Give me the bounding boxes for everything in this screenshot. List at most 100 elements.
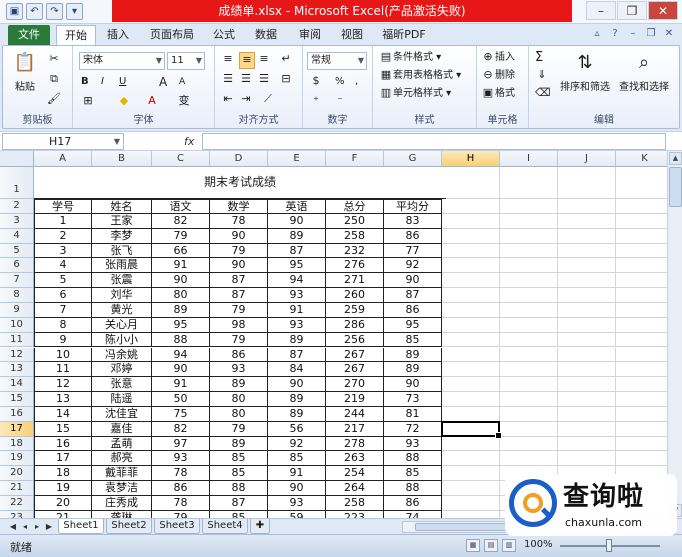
empty-cell[interactable] <box>442 496 500 511</box>
table-cell[interactable]: 86 <box>210 347 268 363</box>
empty-cell[interactable] <box>558 273 616 289</box>
vertical-scrollbar[interactable]: ▲ ▼ <box>667 151 682 518</box>
empty-cell[interactable] <box>616 288 674 303</box>
clear-button[interactable]: ⌫ <box>535 86 551 103</box>
next-sheet-icon[interactable]: ▸ <box>32 520 42 533</box>
row-header-2[interactable]: 2 <box>0 199 34 214</box>
tab-review[interactable]: 审阅 <box>292 25 328 46</box>
table-cell[interactable]: 86 <box>384 228 442 244</box>
table-cell[interactable]: 孟萌 <box>92 436 152 452</box>
empty-cell[interactable] <box>558 228 616 244</box>
table-cell[interactable]: 88 <box>384 451 442 467</box>
empty-cell[interactable] <box>500 258 558 274</box>
table-cell[interactable]: 90 <box>268 213 326 229</box>
table-cell[interactable]: 张意 <box>92 377 152 393</box>
empty-cell[interactable] <box>442 243 500 259</box>
table-cell[interactable]: 217 <box>326 421 384 437</box>
empty-cell[interactable] <box>442 302 500 318</box>
table-cell[interactable]: 92 <box>384 258 442 274</box>
row-header-1[interactable]: 1 <box>0 167 34 199</box>
last-sheet-icon[interactable]: ▶ <box>44 520 54 533</box>
table-cell[interactable]: 15 <box>34 421 92 437</box>
table-cell[interactable]: 戴菲菲 <box>92 466 152 482</box>
table-cell[interactable]: 89 <box>152 302 210 318</box>
table-cell[interactable]: 89 <box>268 392 326 407</box>
align-center-button[interactable]: ☰ <box>239 72 253 89</box>
table-cell[interactable]: 72 <box>384 421 442 437</box>
font-name-select[interactable]: 宋体 ▼ <box>79 52 165 70</box>
empty-cell[interactable] <box>442 273 500 289</box>
table-cell[interactable]: 276 <box>326 258 384 274</box>
empty-cell[interactable] <box>558 243 616 259</box>
shrink-font-button[interactable]: A <box>179 74 185 91</box>
table-cell[interactable]: 11 <box>34 362 92 378</box>
row-header-8[interactable]: 8 <box>0 288 34 303</box>
table-cell[interactable]: 87 <box>210 496 268 511</box>
table-cell[interactable]: 87 <box>268 347 326 363</box>
tab-home[interactable]: 开始 <box>56 25 96 46</box>
normal-view-icon[interactable]: ▦ <box>466 539 480 552</box>
empty-cell[interactable] <box>442 228 500 244</box>
table-cell[interactable]: 5 <box>34 273 92 289</box>
table-cell[interactable]: 88 <box>384 481 442 496</box>
table-cell[interactable]: 93 <box>152 451 210 467</box>
table-cell[interactable]: 56 <box>268 421 326 437</box>
table-cell[interactable]: 95 <box>384 317 442 333</box>
empty-cell[interactable] <box>500 243 558 259</box>
empty-cell[interactable] <box>442 510 500 518</box>
empty-cell[interactable] <box>616 317 674 333</box>
table-cell[interactable]: 黄光 <box>92 302 152 318</box>
worksheet-grid[interactable]: ABCDEFGHIJK 1 2 3 4 5 6 7 8 9 10 11 12 13 14 15 16 17 18 1… <box>0 151 682 518</box>
decrease-decimal-button[interactable]: ⁻ <box>333 94 347 111</box>
table-cell[interactable]: 84 <box>268 362 326 378</box>
table-cell[interactable]: 78 <box>152 466 210 482</box>
row-header-12[interactable]: 12 <box>0 347 34 363</box>
table-cell[interactable]: 50 <box>152 392 210 407</box>
table-cell[interactable]: 李梦 <box>92 228 152 244</box>
table-cell[interactable]: 14 <box>34 406 92 422</box>
column-header-j[interactable]: J <box>558 151 616 167</box>
table-cell[interactable]: 20 <box>34 496 92 511</box>
table-cell[interactable]: 223 <box>326 510 384 518</box>
table-cell[interactable]: 259 <box>326 302 384 318</box>
row-header-3[interactable]: 3 <box>0 213 34 229</box>
table-cell[interactable]: 89 <box>268 332 326 348</box>
empty-cell[interactable] <box>616 213 674 229</box>
row-header-15[interactable]: 15 <box>0 392 34 407</box>
empty-cell[interactable] <box>500 302 558 318</box>
table-cell[interactable]: 90 <box>152 273 210 289</box>
table-cell[interactable]: 陆遥 <box>92 392 152 407</box>
column-header-b[interactable]: B <box>92 151 152 167</box>
empty-cell[interactable] <box>558 213 616 229</box>
table-cell[interactable]: 87 <box>384 288 442 303</box>
row-header-21[interactable]: 21 <box>0 481 34 496</box>
empty-cell[interactable] <box>500 451 558 467</box>
zoom-level[interactable]: 100% <box>524 539 553 550</box>
delete-cells-button[interactable]: ⊖ 删除 <box>481 68 515 85</box>
table-cell[interactable]: 93 <box>210 362 268 378</box>
table-cell[interactable]: 79 <box>210 421 268 437</box>
comma-button[interactable]: , <box>355 74 358 91</box>
empty-cell[interactable] <box>616 302 674 318</box>
table-cell[interactable]: 19 <box>34 481 92 496</box>
table-cell[interactable]: 254 <box>326 466 384 482</box>
empty-cell[interactable] <box>442 317 500 333</box>
table-cell[interactable]: 93 <box>268 288 326 303</box>
table-cell[interactable]: 91 <box>268 466 326 482</box>
empty-cell[interactable] <box>500 436 558 452</box>
empty-cell[interactable] <box>442 481 500 496</box>
sheet-tab-sheet4[interactable]: Sheet4 <box>202 519 248 534</box>
table-cell[interactable]: 95 <box>152 317 210 333</box>
minimize-button[interactable]: – <box>586 1 616 20</box>
table-cell[interactable]: 7 <box>34 302 92 318</box>
format-as-table-button[interactable]: ▦ 套用表格格式 ▾ <box>379 68 461 85</box>
empty-cell[interactable] <box>558 392 616 407</box>
empty-cell[interactable] <box>442 436 500 452</box>
tab-data[interactable]: 数据 <box>248 25 284 46</box>
table-cell[interactable]: 81 <box>384 406 442 422</box>
empty-cell[interactable] <box>500 332 558 348</box>
empty-cell[interactable] <box>616 392 674 407</box>
row-header-20[interactable]: 20 <box>0 466 34 482</box>
table-cell[interactable]: 74 <box>384 510 442 518</box>
wrap-text-button[interactable]: ↵ <box>279 52 293 69</box>
